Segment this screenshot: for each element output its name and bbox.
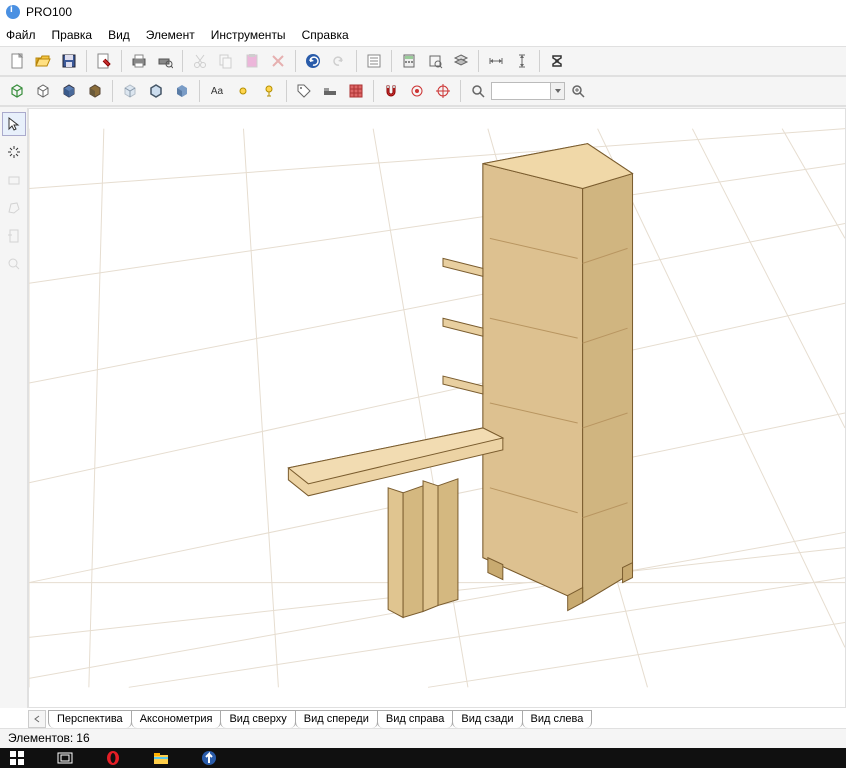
tab-front[interactable]: Вид спереди [295, 710, 378, 728]
tab-scroll-left[interactable] [28, 710, 46, 728]
report-button[interactable] [362, 49, 386, 73]
taskview-button[interactable] [50, 748, 80, 768]
new-button[interactable] [5, 49, 29, 73]
dim-h-button[interactable] [484, 49, 508, 73]
menu-file[interactable]: Файл [6, 28, 36, 42]
menu-help[interactable]: Справка [302, 28, 349, 42]
explorer-icon[interactable] [146, 748, 176, 768]
print-preview-button[interactable] [153, 49, 177, 73]
menu-bar: Файл Правка Вид Элемент Инструменты Спра… [0, 24, 846, 46]
open-button[interactable] [31, 49, 55, 73]
toolbar-row-2: Aa [0, 76, 846, 106]
menu-element[interactable]: Элемент [146, 28, 195, 42]
paste-button[interactable] [240, 49, 264, 73]
cut-button[interactable] [188, 49, 212, 73]
opera-icon[interactable] [98, 748, 128, 768]
solid-edges-button[interactable] [144, 79, 168, 103]
undo-button[interactable] [301, 49, 325, 73]
tab-back[interactable]: Вид сзади [452, 710, 522, 728]
menu-edit[interactable]: Правка [52, 28, 93, 42]
flat-shade-button[interactable] [57, 79, 81, 103]
pro100-task-icon[interactable] [194, 748, 224, 768]
redo-button[interactable] [327, 49, 351, 73]
side-poly-button[interactable] [2, 196, 26, 220]
bed-icon-button[interactable] [318, 79, 342, 103]
tab-top[interactable]: Вид сверху [220, 710, 295, 728]
light-2-button[interactable] [257, 79, 281, 103]
app-icon [6, 5, 20, 19]
text-aa-icon: Aa [211, 86, 223, 97]
title-bar: PRO100 [0, 0, 846, 24]
status-bar: Элементов: 16 [0, 728, 846, 748]
zoom-fit-button[interactable] [423, 49, 447, 73]
zoom-input[interactable] [491, 82, 551, 100]
dim-v-button[interactable] [510, 49, 534, 73]
layers-button[interactable] [449, 49, 473, 73]
print-button[interactable] [127, 49, 151, 73]
viewport-3d[interactable] [28, 108, 846, 708]
sum-button[interactable] [545, 49, 569, 73]
tab-perspective[interactable]: Перспектива [48, 710, 132, 728]
menu-tools[interactable]: Инструменты [211, 28, 286, 42]
magnet-button[interactable] [379, 79, 403, 103]
tab-right[interactable]: Вид справа [377, 710, 454, 728]
view-tabs: Перспектива Аксонометрия Вид сверху Вид … [28, 708, 842, 728]
hidden-line-button[interactable] [31, 79, 55, 103]
zoom-extents-button[interactable] [566, 79, 590, 103]
zoom-button[interactable] [466, 79, 490, 103]
properties-button[interactable] [92, 49, 116, 73]
taskbar [0, 748, 846, 768]
tab-left[interactable]: Вид слева [522, 710, 593, 728]
side-zoom-button[interactable] [2, 252, 26, 276]
copy-button[interactable] [214, 49, 238, 73]
text-label-button[interactable]: Aa [205, 79, 229, 103]
zoom-dropdown[interactable] [551, 82, 565, 100]
light-1-button[interactable] [231, 79, 255, 103]
status-elements-count: 16 [76, 731, 89, 745]
status-elements-label: Элементов: [8, 731, 73, 745]
delete-button[interactable] [266, 49, 290, 73]
calc-button[interactable] [397, 49, 421, 73]
app-title: PRO100 [26, 5, 72, 19]
side-page-button[interactable] [2, 224, 26, 248]
menu-view[interactable]: Вид [108, 28, 130, 42]
textured-button[interactable] [83, 79, 107, 103]
wireframe-button[interactable] [5, 79, 29, 103]
work-area [0, 108, 846, 708]
side-select-button[interactable] [2, 112, 26, 136]
transparent-button[interactable] [118, 79, 142, 103]
side-toolbar [0, 108, 28, 708]
target-2-button[interactable] [431, 79, 455, 103]
side-light-button[interactable] [2, 140, 26, 164]
render-button[interactable] [170, 79, 194, 103]
start-button[interactable] [2, 748, 32, 768]
tab-axonometry[interactable]: Аксонометрия [131, 710, 222, 728]
grid-button[interactable] [344, 79, 368, 103]
target-1-button[interactable] [405, 79, 429, 103]
save-button[interactable] [57, 49, 81, 73]
tag-button[interactable] [292, 79, 316, 103]
toolbar-row-1 [0, 46, 846, 76]
side-rect-button[interactable] [2, 168, 26, 192]
